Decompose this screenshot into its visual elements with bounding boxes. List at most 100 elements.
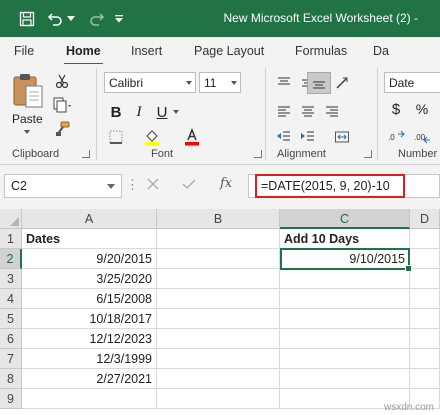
cell-a5[interactable]: 10/18/2017: [22, 309, 157, 329]
cell-c6[interactable]: [280, 329, 410, 349]
window-title: New Microsoft Excel Worksheet (2) -: [223, 11, 419, 25]
column-header-d[interactable]: D: [410, 209, 440, 229]
fill-color-button[interactable]: [140, 126, 164, 148]
row-header-2[interactable]: 2: [0, 249, 22, 269]
insert-function-icon[interactable]: fx: [220, 176, 232, 191]
align-top-icon[interactable]: [272, 72, 296, 94]
alignment-launcher-icon[interactable]: [364, 150, 372, 158]
cell-d6[interactable]: [410, 329, 440, 349]
cell-b8[interactable]: [157, 369, 280, 389]
font-color-button[interactable]: [180, 126, 204, 148]
borders-button[interactable]: [104, 126, 128, 148]
underline-dropdown[interactable]: [170, 101, 182, 123]
cell-b9[interactable]: [157, 389, 280, 409]
cell-a1[interactable]: Dates: [22, 229, 157, 249]
cell-c5[interactable]: [280, 309, 410, 329]
cell-a2[interactable]: 9/20/2015: [22, 249, 157, 269]
save-icon[interactable]: [16, 8, 38, 30]
cancel-entry-icon[interactable]: [146, 177, 160, 194]
cell-b2[interactable]: [157, 249, 280, 269]
resize-handle-icon[interactable]: ⋮: [126, 177, 139, 193]
cell-b1[interactable]: [157, 229, 280, 249]
tab-file[interactable]: File: [14, 44, 34, 58]
currency-button[interactable]: $: [384, 98, 408, 120]
paste-button[interactable]: Paste: [8, 70, 48, 140]
merge-center-icon[interactable]: [330, 126, 354, 148]
cell-d8[interactable]: [410, 369, 440, 389]
cell-a4[interactable]: 6/15/2008: [22, 289, 157, 309]
cell-a3[interactable]: 3/25/2020: [22, 269, 157, 289]
worksheet-grid[interactable]: A B C D 1 2 3 4 5 6 7 8 9 Dates 9/20/201…: [0, 209, 440, 415]
select-all-button[interactable]: [0, 209, 22, 229]
format-painter-icon[interactable]: [50, 118, 74, 140]
tab-data[interactable]: Da: [373, 44, 389, 58]
decrease-indent-icon[interactable]: [272, 126, 296, 148]
tab-formulas[interactable]: Formulas: [295, 44, 347, 58]
align-center-icon[interactable]: [296, 101, 320, 123]
cell-b4[interactable]: [157, 289, 280, 309]
cell-c1[interactable]: Add 10 Days: [280, 229, 410, 249]
percent-icon[interactable]: %: [410, 98, 434, 120]
row-header-3[interactable]: 3: [0, 269, 22, 289]
cell-c3[interactable]: [280, 269, 410, 289]
italic-button[interactable]: I: [127, 101, 151, 123]
cell-a9[interactable]: [22, 389, 157, 409]
cell-c7[interactable]: [280, 349, 410, 369]
row-header-5[interactable]: 5: [0, 309, 22, 329]
decrease-decimal-icon[interactable]: .00: [410, 126, 434, 148]
cell-a6[interactable]: 12/12/2023: [22, 329, 157, 349]
name-box[interactable]: C2: [4, 174, 122, 198]
increase-indent-icon[interactable]: [296, 126, 320, 148]
bold-button[interactable]: B: [104, 101, 128, 123]
tab-page-layout[interactable]: Page Layout: [194, 44, 264, 58]
row-header-6[interactable]: 6: [0, 329, 22, 349]
redo-icon[interactable]: [86, 8, 108, 30]
cell-b6[interactable]: [157, 329, 280, 349]
customize-qat-icon[interactable]: [112, 8, 126, 30]
font-launcher-icon[interactable]: [254, 150, 262, 158]
cell-b5[interactable]: [157, 309, 280, 329]
cell-b3[interactable]: [157, 269, 280, 289]
cell-d1[interactable]: [410, 229, 440, 249]
font-size-value: 11: [204, 76, 217, 90]
copy-icon[interactable]: [50, 94, 74, 116]
align-right-icon[interactable]: [320, 101, 344, 123]
orientation-icon[interactable]: [330, 72, 354, 94]
row-header-7[interactable]: 7: [0, 349, 22, 369]
undo-dropdown-icon[interactable]: [66, 8, 76, 30]
cell-b7[interactable]: [157, 349, 280, 369]
cell-d7[interactable]: [410, 349, 440, 369]
column-header-a[interactable]: A: [22, 209, 157, 229]
cell-d3[interactable]: [410, 269, 440, 289]
cut-icon[interactable]: [50, 70, 74, 92]
tab-home[interactable]: Home: [64, 44, 103, 66]
column-header-c[interactable]: C: [280, 209, 410, 229]
chevron-down-icon: [186, 81, 192, 85]
undo-icon[interactable]: [44, 8, 66, 30]
align-bottom-icon[interactable]: [307, 72, 331, 94]
cell-c8[interactable]: [280, 369, 410, 389]
align-left-icon[interactable]: [272, 101, 296, 123]
column-header-b[interactable]: B: [157, 209, 280, 229]
active-cell-selection[interactable]: [280, 248, 412, 272]
cell-c4[interactable]: [280, 289, 410, 309]
number-format-select[interactable]: Date: [384, 72, 440, 93]
formula-bar: C2 ⋮ fx =DATE(2015, 9, 20)-10: [0, 165, 440, 209]
row-header-1[interactable]: 1: [0, 229, 22, 249]
font-size-select[interactable]: 11: [199, 72, 241, 93]
clipboard-launcher-icon[interactable]: [82, 150, 90, 158]
tab-insert[interactable]: Insert: [131, 44, 162, 58]
enter-entry-icon[interactable]: [182, 177, 196, 194]
underline-icon: U: [156, 103, 168, 121]
font-name-select[interactable]: Calibri: [104, 72, 196, 93]
increase-decimal-icon[interactable]: .0: [384, 126, 408, 148]
cell-d2[interactable]: [410, 249, 440, 269]
cell-a7[interactable]: 12/3/1999: [22, 349, 157, 369]
cell-a8[interactable]: 2/27/2021: [22, 369, 157, 389]
cell-d4[interactable]: [410, 289, 440, 309]
row-header-9[interactable]: 9: [0, 389, 22, 409]
row-header-4[interactable]: 4: [0, 289, 22, 309]
formula-input[interactable]: =DATE(2015, 9, 20)-10: [255, 174, 405, 198]
cell-d5[interactable]: [410, 309, 440, 329]
row-header-8[interactable]: 8: [0, 369, 22, 389]
